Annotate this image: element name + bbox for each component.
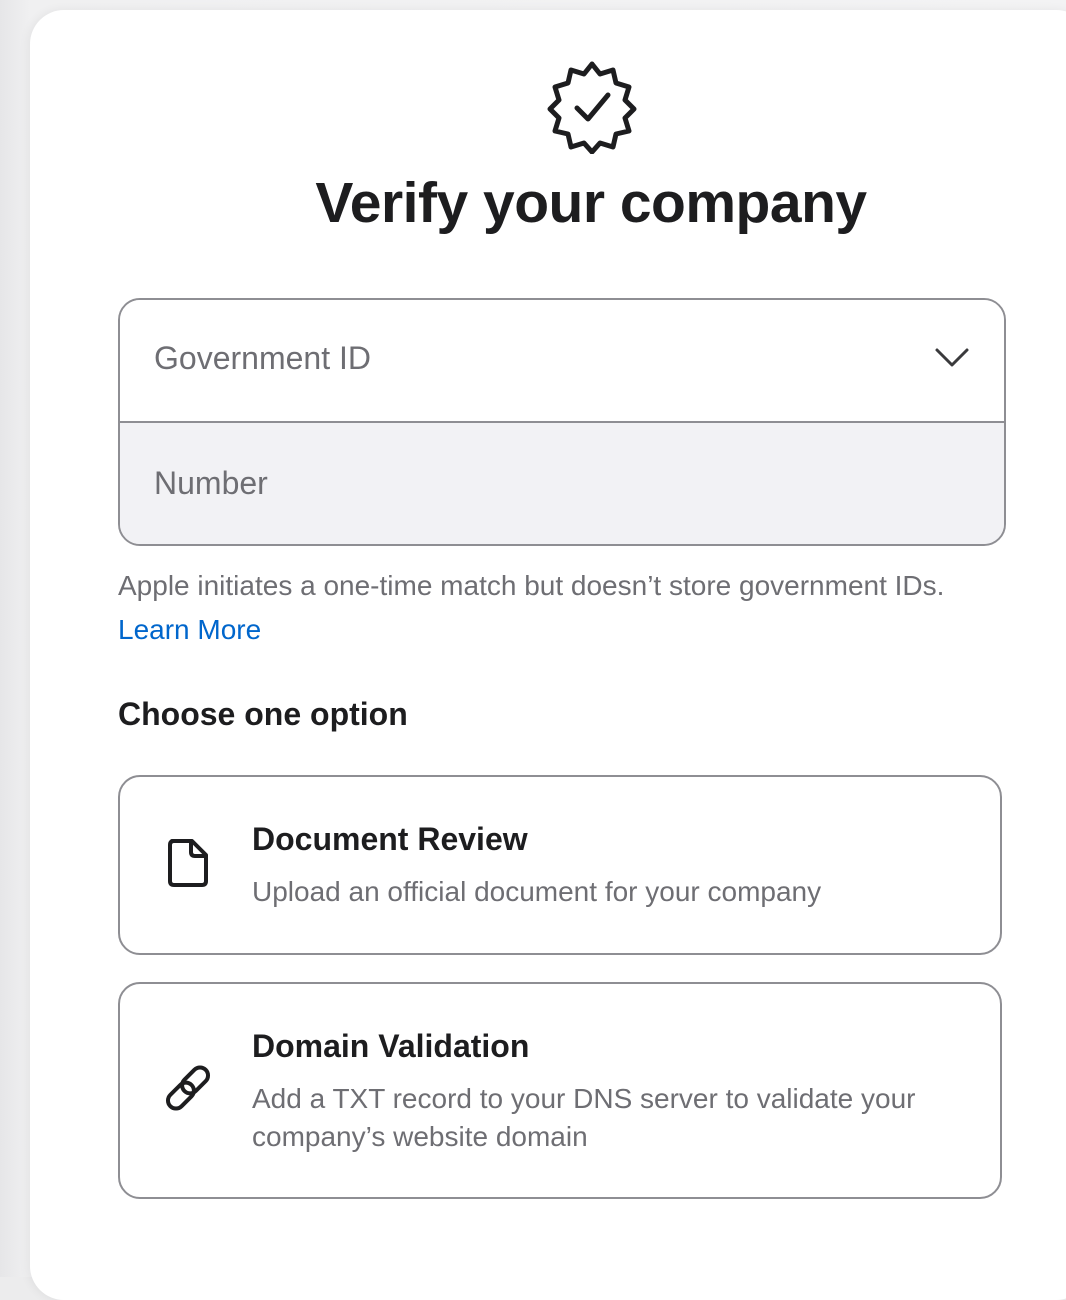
document-review-option[interactable]: Document Review Upload an official docum…: [118, 775, 1002, 955]
government-id-type-select[interactable]: Government ID: [120, 300, 1004, 423]
page-title: Verify your company: [315, 171, 867, 235]
document-icon: [168, 839, 208, 887]
link-icon: [165, 1065, 211, 1111]
domain-validation-option[interactable]: Domain Validation Add a TXT record to yo…: [118, 982, 1002, 1199]
government-id-number-input[interactable]: [120, 423, 1004, 544]
verified-badge-icon: [547, 61, 637, 154]
document-review-description: Upload an official document for your com…: [252, 876, 822, 907]
government-id-helper-text: Apple initiates a one-time match but doe…: [118, 564, 1018, 652]
chevron-down-icon: [935, 348, 969, 367]
document-review-title: Document Review: [252, 821, 528, 857]
domain-validation-description: Add a TXT record to your DNS server to v…: [252, 1083, 916, 1152]
government-id-select-value: Government ID: [154, 340, 371, 376]
domain-validation-title: Domain Validation: [252, 1028, 530, 1064]
government-id-field-group: Government ID: [118, 298, 1006, 546]
number-field-container: [120, 423, 1004, 544]
learn-more-link[interactable]: Learn More: [118, 614, 261, 645]
helper-text-body: Apple initiates a one-time match but doe…: [118, 570, 945, 601]
choose-option-heading: Choose one option: [118, 696, 408, 732]
